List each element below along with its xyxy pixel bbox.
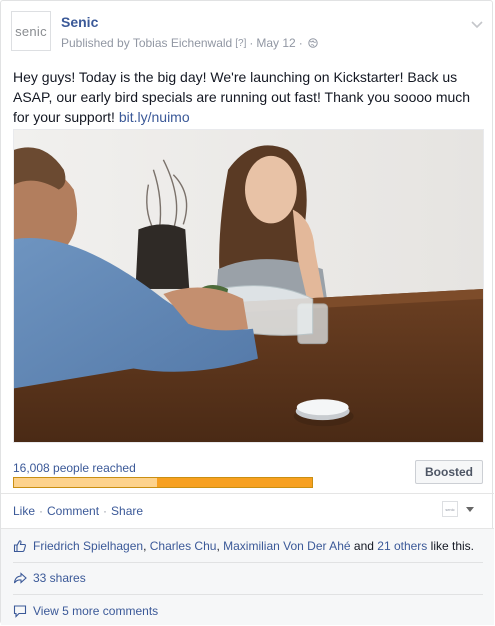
like-suffix: like this. — [430, 539, 475, 553]
action-dot-2: · — [103, 504, 108, 518]
globe-icon[interactable] — [308, 38, 318, 48]
actor-avatar: senic — [442, 501, 458, 517]
boosted-button[interactable]: Boosted — [415, 460, 483, 484]
meta-separator: · — [249, 36, 254, 50]
post-photo[interactable] — [13, 129, 484, 443]
reach-bar-paid — [157, 478, 312, 487]
post-date[interactable]: May 12 — [256, 36, 295, 50]
comment-link[interactable]: Comment — [47, 504, 99, 518]
likers-text: Friedrich Spielhagen, Charles Chu, Maxim… — [33, 539, 474, 553]
post-header: senic Senic Published by Tobias Eichenwa… — [11, 11, 485, 56]
boosted-label: Boosted — [425, 465, 473, 479]
photo-scene — [14, 130, 483, 442]
comma: , — [143, 539, 147, 553]
comment-icon — [13, 605, 27, 618]
page-avatar[interactable]: senic — [11, 11, 51, 51]
like-link[interactable]: Like — [13, 504, 35, 518]
post-actions: Like · Comment · Share — [13, 504, 143, 518]
ufi-section: Friedrich Spielhagen, Charles Chu, Maxim… — [1, 528, 494, 625]
meta-separator-2: · — [298, 36, 303, 50]
chevron-down-icon[interactable] — [469, 17, 485, 33]
comma-2: , — [216, 539, 220, 553]
liker-1[interactable]: Friedrich Spielhagen — [33, 539, 143, 553]
avatar-text: senic — [15, 23, 47, 39]
liker-3[interactable]: Maximilian Von Der Ahé — [223, 539, 350, 553]
actor-avatar-text: senic — [445, 506, 455, 512]
post-card: senic Senic Published by Tobias Eichenwa… — [0, 0, 494, 625]
ufi-divider-2 — [13, 594, 483, 595]
thumbs-up-icon — [13, 540, 26, 553]
post-link[interactable]: bit.ly/nuimo — [119, 109, 190, 125]
ufi-divider — [13, 562, 483, 563]
reach-link[interactable]: 16,008 people reached — [13, 461, 136, 475]
share-arrow-icon — [13, 572, 27, 584]
likes-sentence: Friedrich Spielhagen, Charles Chu, Maxim… — [13, 539, 474, 553]
view-comments-link[interactable]: View 5 more comments — [33, 604, 158, 618]
shares-link[interactable]: 33 shares — [33, 571, 86, 585]
post-message: Hey guys! Today is the big day! We're la… — [13, 67, 483, 127]
others-link[interactable]: 21 others — [377, 539, 427, 553]
page-name-link[interactable]: Senic — [61, 14, 98, 30]
post-message-text: Hey guys! Today is the big day! We're la… — [13, 69, 471, 125]
reach-bar[interactable] — [13, 477, 313, 488]
liker-2[interactable]: Charles Chu — [150, 539, 217, 553]
caret-down-icon — [466, 506, 474, 512]
post-meta: Published by Tobias Eichenwald [?] · May… — [61, 36, 318, 50]
and-word: and — [353, 539, 374, 553]
reach-bar-organic — [14, 478, 158, 487]
shares-row: 33 shares — [13, 571, 86, 585]
share-link[interactable]: Share — [111, 504, 143, 518]
help-link[interactable]: [?] — [235, 38, 246, 49]
action-dot: · — [39, 504, 44, 518]
divider — [1, 493, 494, 494]
actor-selector[interactable]: senic — [442, 501, 474, 517]
published-by: Published by Tobias Eichenwald — [61, 36, 233, 50]
comments-row: View 5 more comments — [13, 604, 158, 618]
